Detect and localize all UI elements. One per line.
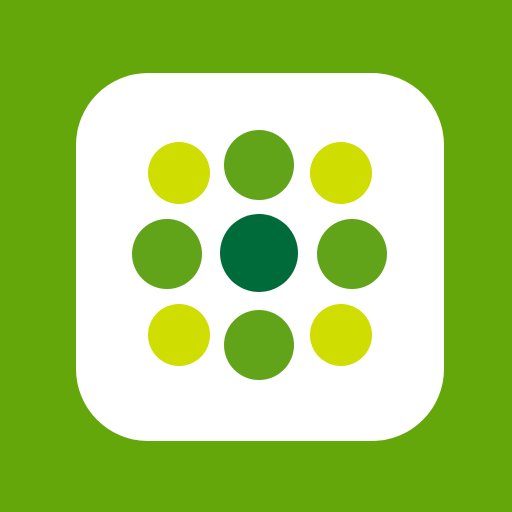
- dot-bottom-right: [310, 304, 372, 366]
- dot-top-left: [148, 142, 210, 204]
- dot-bottom-center: [224, 310, 294, 380]
- dot-top-center: [224, 130, 294, 200]
- dot-middle-left: [132, 219, 202, 289]
- dot-top-right: [310, 142, 372, 204]
- dot-center: [220, 214, 298, 292]
- dot-middle-right: [317, 219, 387, 289]
- app-icon-canvas: [0, 0, 512, 512]
- dot-bottom-left: [148, 304, 210, 366]
